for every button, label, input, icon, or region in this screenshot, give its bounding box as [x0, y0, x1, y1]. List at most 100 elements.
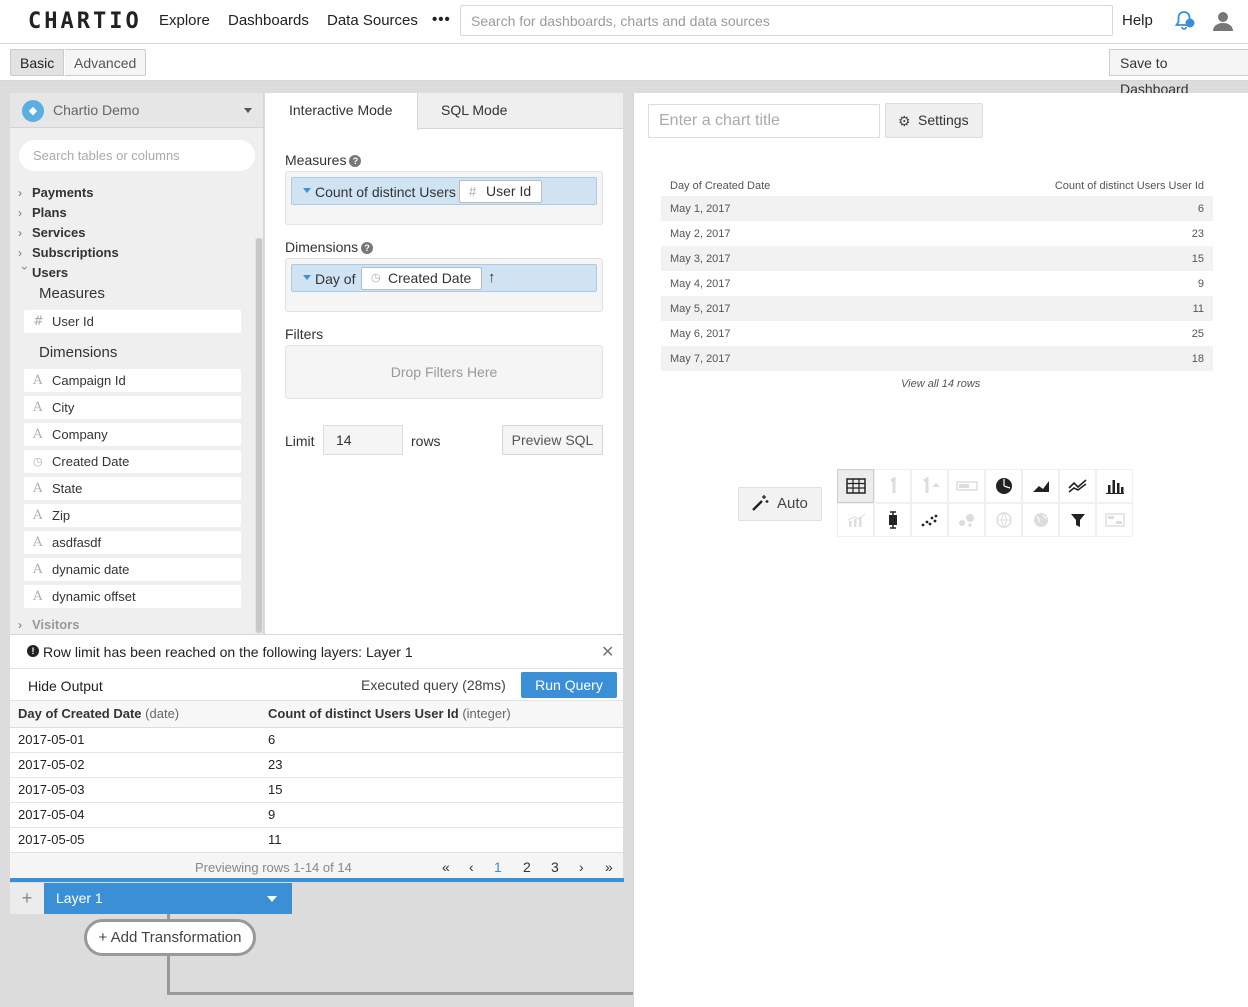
table-cell: 15 [889, 246, 1213, 271]
caret-down-icon[interactable] [303, 188, 311, 193]
layer-1-tab[interactable]: Layer 1 [44, 883, 292, 914]
view-all-rows-link[interactable]: View all 14 rows [901, 378, 980, 390]
dimension-pill[interactable]: Day of ◷ Created Date ↑ [291, 264, 597, 292]
save-to-dashboard-button[interactable]: Save to Dashboard [1109, 49, 1248, 97]
table-row: May 6, 2017 25 [661, 321, 1213, 346]
field-user-id[interactable]: # User Id [24, 310, 241, 333]
executed-query-status: Executed query (28ms) [361, 677, 506, 693]
field-city[interactable]: A City [24, 396, 241, 419]
help-link[interactable]: Help [1122, 12, 1153, 29]
field-state[interactable]: A State [24, 477, 241, 500]
page-prev-button[interactable]: ‹ [469, 859, 474, 875]
field-dynamic-date[interactable]: Adynamic date [24, 558, 241, 581]
chart-title-input[interactable] [648, 104, 880, 138]
chart-type-single-value-icon[interactable] [874, 469, 911, 503]
add-transformation-button[interactable]: + Add Transformation [84, 919, 256, 956]
chart-type-scatter-icon[interactable] [911, 503, 948, 537]
chart-type-funnel-icon[interactable] [1059, 503, 1096, 537]
column-header[interactable]: Day of Created Date (date) [10, 701, 260, 728]
chart-type-pie-icon[interactable] [985, 469, 1022, 503]
measure-field-chip[interactable]: # User Id [459, 180, 543, 203]
global-search-input[interactable] [460, 5, 1113, 36]
caret-down-icon[interactable] [303, 275, 311, 280]
column-header[interactable]: Count of distinct Users User Id (integer… [260, 701, 623, 728]
nav-explore[interactable]: Explore [159, 12, 210, 29]
tab-sql-mode[interactable]: SQL Mode [417, 93, 531, 129]
warning-text: Row limit has been reached on the follow… [43, 644, 413, 660]
preview-sql-button[interactable]: Preview SQL [502, 425, 603, 455]
field-created-date[interactable]: ◷ Created Date [24, 450, 241, 473]
user-avatar-icon[interactable] [1212, 10, 1234, 32]
page-3-button[interactable]: 3 [551, 859, 559, 875]
table-row: 2017-05-03 15 [10, 777, 623, 803]
table-item-users[interactable]: ›Users [18, 265, 68, 280]
text-type-icon: A [33, 481, 43, 496]
sort-ascending-icon[interactable]: ↑ [488, 269, 496, 286]
table-row: May 3, 2017 15 [661, 246, 1213, 271]
run-query-button[interactable]: Run Query [521, 672, 617, 698]
chart-type-gauge-icon[interactable] [948, 469, 985, 503]
table-cell: 2017-05-01 [10, 727, 260, 753]
chart-type-globe-icon[interactable] [1022, 503, 1059, 537]
close-icon[interactable]: ✕ [601, 642, 614, 662]
page-1-button[interactable]: 1 [494, 859, 502, 875]
table-item-plans[interactable]: › Plans [18, 205, 67, 220]
chart-type-table-icon[interactable] [837, 469, 874, 503]
filters-dropzone[interactable]: Drop Filters Here [285, 345, 603, 399]
field-asdfasdf[interactable]: Aasdfasdf [24, 531, 241, 554]
more-menu-icon[interactable]: ••• [432, 11, 451, 28]
clock-icon: ◷ [33, 455, 43, 468]
chart-type-line-icon[interactable] [1059, 469, 1096, 503]
table-cell: 15 [260, 777, 623, 803]
chart-type-bubble-icon[interactable] [948, 503, 985, 537]
dimension-field-chip[interactable]: ◷ Created Date [361, 267, 483, 290]
table-item-visitors[interactable]: › Visitors [18, 617, 79, 632]
help-icon[interactable]: ? [349, 155, 362, 167]
chartio-logo[interactable]: CHARTIO [28, 9, 142, 34]
field-campaign-id[interactable]: A Campaign Id [24, 369, 241, 392]
rows-label: rows [411, 433, 441, 449]
hash-icon: # [469, 184, 477, 199]
measures-label: Measures? [285, 152, 362, 168]
table-item-services[interactable]: › Services [18, 225, 86, 240]
chart-type-pivot-icon[interactable] [1096, 503, 1133, 537]
chevron-down-icon: › [18, 266, 32, 270]
advanced-mode-button[interactable]: Advanced [65, 49, 147, 76]
datasource-select[interactable]: ◆ Chartio Demo [10, 93, 263, 128]
table-search-input[interactable] [19, 140, 255, 171]
column-header: Count of distinct Users User Id [1054, 180, 1204, 192]
help-icon[interactable]: ? [361, 242, 374, 254]
hide-output-button[interactable]: Hide Output [28, 678, 103, 694]
page-2-button[interactable]: 2 [523, 859, 531, 875]
table-item-subscriptions[interactable]: › Subscriptions [18, 245, 119, 260]
field-dynamic-offset[interactable]: Adynamic offset [24, 585, 241, 608]
chart-type-map-icon[interactable] [985, 503, 1022, 537]
table-cell: May 1, 2017 [661, 196, 890, 221]
sidebar-scrollbar-thumb[interactable] [256, 238, 262, 633]
chart-type-box-plot-icon[interactable] [874, 503, 911, 537]
table-row: 2017-05-01 6 [10, 727, 623, 753]
measure-aggregation: Count of distinct Users [315, 184, 456, 200]
table-cell: 23 [1191, 227, 1204, 240]
nav-dashboards[interactable]: Dashboards [228, 12, 309, 29]
limit-input[interactable] [323, 425, 403, 455]
page-first-button[interactable]: « [442, 859, 450, 875]
caret-down-icon[interactable] [267, 896, 277, 902]
chart-type-bar-line-icon[interactable] [837, 503, 874, 537]
nav-data-sources[interactable]: Data Sources [327, 12, 418, 29]
chart-type-bar-icon[interactable] [1096, 469, 1133, 503]
chart-type-area-icon[interactable] [1022, 469, 1059, 503]
field-company[interactable]: A Company [24, 423, 241, 446]
field-zip[interactable]: A Zip [24, 504, 241, 527]
tab-interactive-mode[interactable]: Interactive Mode [265, 93, 418, 130]
page-next-button[interactable]: › [579, 859, 584, 875]
chevron-right-icon: › [18, 246, 22, 260]
table-item-payments[interactable]: › Payments [18, 185, 93, 200]
add-layer-button[interactable]: + [10, 883, 44, 914]
basic-mode-button[interactable]: Basic [10, 49, 65, 76]
notifications-bell-icon[interactable] [1172, 9, 1196, 33]
chart-type-value-change-icon[interactable] [911, 469, 948, 503]
page-last-button[interactable]: » [605, 859, 613, 875]
measure-pill[interactable]: Count of distinct Users # User Id [291, 177, 597, 205]
output-toolbar: Hide Output Executed query (28ms) Run Qu… [10, 669, 623, 701]
